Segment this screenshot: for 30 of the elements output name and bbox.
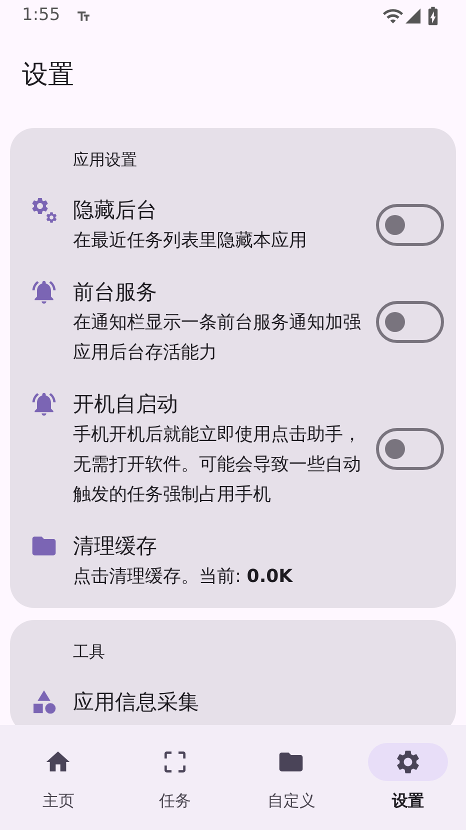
item-description: 在通知栏显示一条前台服务通知加强应用后台存活能力 (73, 311, 362, 365)
item-title: 开机自启动 (73, 391, 179, 418)
nav-item[interactable]: 主页 (0, 743, 116, 813)
settings-item[interactable]: 隐藏后台 在最近任务列表里隐藏本应用 (10, 194, 456, 256)
settings-item[interactable]: 清理缓存 点击清理缓存。当前: 0.0K (10, 530, 456, 592)
notification-icon (76, 8, 92, 24)
settings-item[interactable]: 前台服务 在通知栏显示一条前台服务通知加强应用后台存活能力 (10, 276, 456, 368)
signal-icon (404, 7, 422, 25)
item-description: 点击清理缓存。当前: 0.0K (73, 565, 294, 589)
item-title: 清理缓存 (73, 533, 158, 560)
bell-icon (30, 390, 58, 418)
item-title: 前台服务 (73, 279, 158, 306)
toggle-switch[interactable] (376, 301, 444, 343)
nav-item[interactable]: 任务 (116, 743, 233, 813)
toggle-switch[interactable] (376, 204, 444, 246)
status-time: 1:55 (22, 4, 60, 28)
item-title: 隐藏后台 (73, 197, 158, 224)
section-title: 工具 (72, 641, 105, 663)
bell-icon (30, 278, 58, 306)
settings-item[interactable]: 应用信息采集 (10, 686, 456, 718)
nav-item[interactable]: 设置 (350, 743, 466, 813)
toggle-switch[interactable] (376, 428, 444, 470)
section-title: 应用设置 (72, 149, 137, 171)
settings-item[interactable]: 开机自启动 手机开机后就能立即使用点击助手，无需打开软件。可能会导致一些自动触发的任务强制占用手机 (10, 388, 456, 510)
page-title: 设置 (22, 58, 74, 92)
gears-icon (30, 196, 58, 224)
nav-item[interactable]: 自定义 (233, 743, 350, 813)
item-title: 应用信息采集 (73, 689, 200, 716)
item-description: 手机开机后就能立即使用点击助手，无需打开软件。可能会导致一些自动触发的任务强制占用手机 (73, 423, 362, 507)
item-description: 在最近任务列表里隐藏本应用 (73, 229, 308, 253)
